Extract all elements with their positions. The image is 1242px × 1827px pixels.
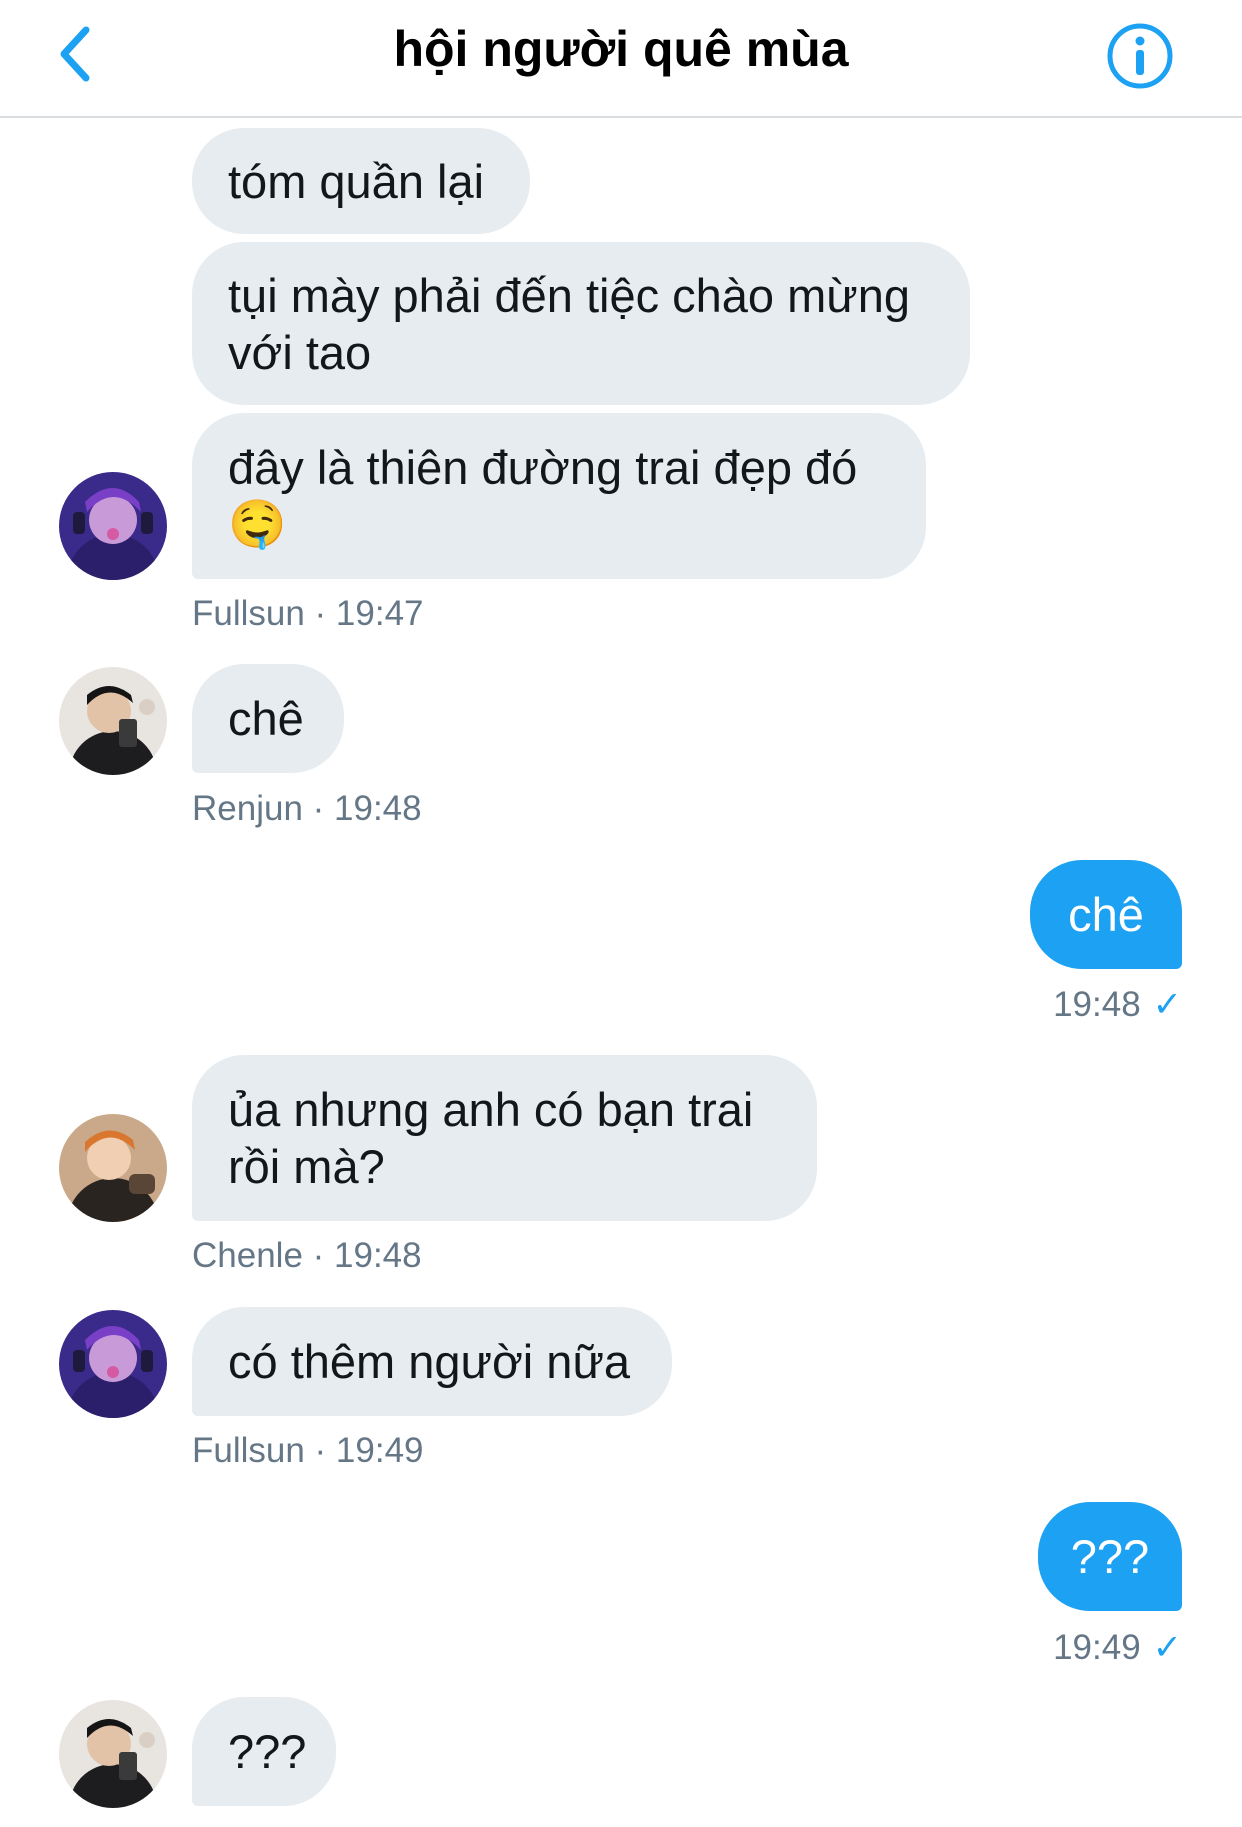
message-bubble[interactable]: tụi mày phải đến tiệc chào mừng với tao <box>192 242 970 405</box>
info-icon <box>1107 23 1173 89</box>
message-text: có thêm người nữa <box>228 1335 631 1388</box>
avatar-fullsun[interactable] <box>59 1310 167 1418</box>
message-bubble-outgoing[interactable]: ??? <box>1038 1502 1182 1611</box>
message-time: 19:49 <box>1053 1628 1141 1667</box>
message-meta: Chenle · 19:48 <box>192 1236 422 1275</box>
read-check-icon: ✓ <box>1152 1628 1182 1667</box>
avatar-renjun[interactable] <box>59 667 167 775</box>
avatar-renjun[interactable] <box>59 1700 167 1808</box>
message-meta: Fullsun · 19:49 <box>192 1431 424 1470</box>
message-meta-outgoing: 19:48 ✓ <box>1000 985 1182 1025</box>
message-bubble[interactable]: có thêm người nữa <box>192 1307 672 1416</box>
message-bubble[interactable]: ??? <box>192 1697 336 1806</box>
message-text: tụi mày phải đến tiệc chào mừng <box>228 268 911 322</box>
read-check-icon: ✓ <box>1152 985 1182 1024</box>
message-text: tóm quần lại <box>228 154 485 208</box>
message-text: rồi mà? <box>228 1140 385 1193</box>
message-meta-outgoing: 19:49 ✓ <box>1000 1628 1182 1668</box>
message-text: chê <box>1068 888 1144 941</box>
message-time: 19:48 <box>1053 985 1141 1024</box>
message-bubble[interactable]: đây là thiên đường trai đẹp đó 🤤 <box>192 413 926 579</box>
info-button[interactable] <box>1106 22 1174 90</box>
message-bubble[interactable]: tóm quần lại <box>192 128 530 234</box>
message-meta: Renjun · 19:48 <box>192 789 422 828</box>
drooling-face-icon: 🤤 <box>228 497 287 552</box>
message-bubble[interactable]: chê <box>192 664 344 773</box>
avatar-fullsun[interactable] <box>59 472 167 580</box>
message-text: ??? <box>228 1725 307 1778</box>
message-text: ủa nhưng anh có bạn trai <box>228 1083 754 1136</box>
message-text: ??? <box>1070 1530 1150 1583</box>
conversation-header: hội người quê mùa <box>0 0 1242 118</box>
message-text: đây là thiên đường trai đẹp đó <box>228 441 858 494</box>
message-text: chê <box>228 692 304 745</box>
message-bubble-outgoing[interactable]: chê <box>1030 860 1182 969</box>
message-text: với tao <box>228 325 372 379</box>
message-bubble[interactable]: ủa nhưng anh có bạn trai rồi mà? <box>192 1055 817 1221</box>
message-meta: Fullsun · 19:47 <box>192 594 424 633</box>
avatar-chenle[interactable] <box>59 1114 167 1222</box>
conversation-title: hội người quê mùa <box>393 21 849 77</box>
